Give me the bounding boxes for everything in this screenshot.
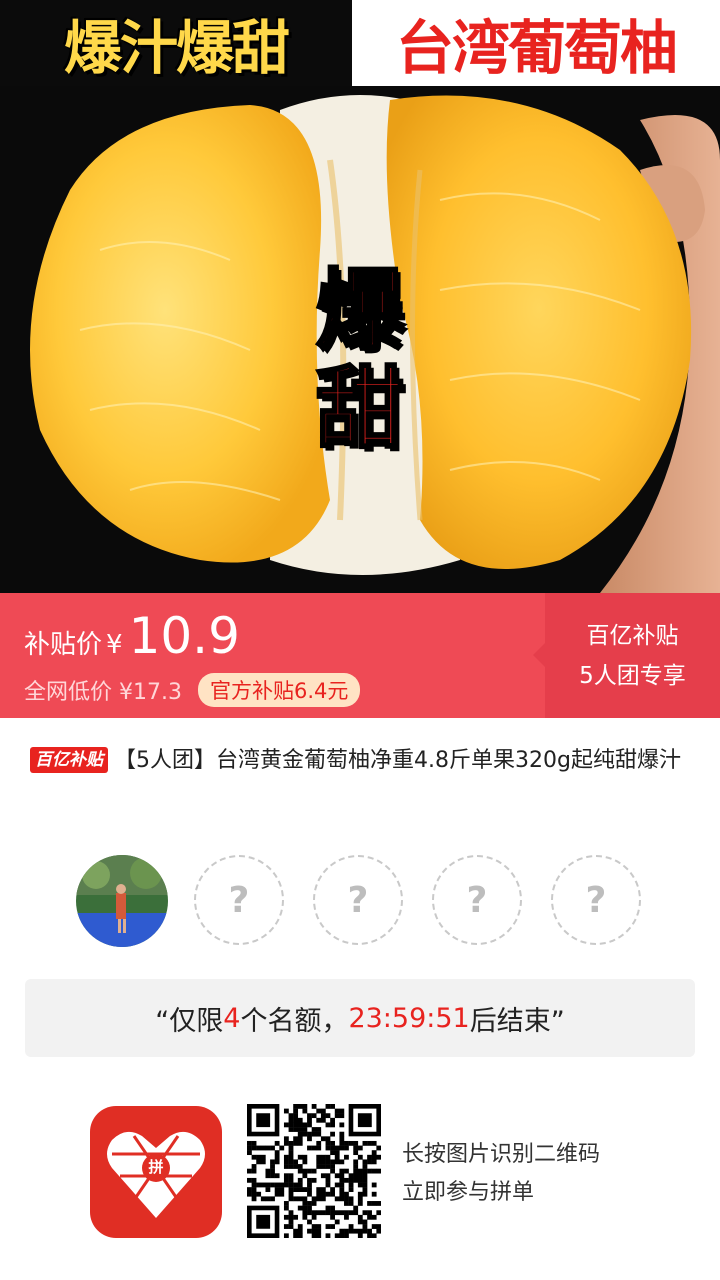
hero-title-left-text: 爆汁爆甜	[63, 14, 290, 82]
logo-char: 拼	[148, 1158, 164, 1176]
hero-title-right: 台湾葡萄柚	[352, 0, 720, 86]
price-currency: ¥	[106, 630, 123, 660]
empty-slot-2: ?	[313, 855, 403, 945]
group-members: ? ? ? ?	[76, 855, 656, 951]
countdown-prefix: “仅限	[155, 1005, 224, 1037]
countdown-timer: 23:59:51	[348, 1002, 470, 1034]
subsidy-tag: 百亿补贴	[30, 747, 108, 773]
placeholder-mark: ?	[347, 879, 369, 921]
remaining-count: 4	[223, 1002, 241, 1034]
pinduoduo-logo: 拼	[90, 1106, 222, 1238]
hero-center-char-1: 爆	[314, 259, 405, 362]
avatar[interactable]	[76, 855, 168, 947]
promo-line-1: 百亿补贴	[586, 622, 679, 649]
countdown-suffix: 后结束”	[469, 1005, 565, 1037]
hero-center-slogan: 爆 甜	[300, 259, 420, 460]
product-title-text: 【5人团】台湾黄金葡萄柚净重4.8斤单果320g起纯甜爆汁	[114, 748, 681, 773]
empty-slot-4: ?	[551, 855, 641, 945]
price-sub: 全网低价 ¥17.3 官方补贴6.4元	[24, 673, 361, 707]
avatar-photo	[76, 855, 168, 947]
group-promo-panel: 百亿补贴 5人团专享	[545, 593, 720, 718]
qr-instruction-line-1: 长按图片识别二维码	[402, 1142, 601, 1167]
product-image: 爆汁爆甜 台湾葡萄柚 爆 甜	[0, 0, 720, 593]
hero-title-left: 爆汁爆甜	[0, 0, 352, 86]
qr-finder-pattern	[256, 1113, 271, 1128]
countdown-banner: “仅限 4 个名额， 23:59:51 后结束”	[25, 979, 695, 1057]
empty-slot-1: ?	[194, 855, 284, 945]
countdown-middle: 个名额，	[240, 1005, 349, 1037]
price-label: 补贴价	[24, 630, 103, 660]
market-price: 全网低价 ¥17.3	[24, 680, 182, 705]
hero-title-right-text: 台湾葡萄柚	[395, 14, 678, 82]
price-main: 补贴价 ¥ 10.9	[24, 607, 240, 665]
product-title: 百亿补贴 【5人团】台湾黄金葡萄柚净重4.8斤单果320g起纯甜爆汁	[30, 742, 690, 780]
price-side-notch	[533, 643, 545, 667]
placeholder-mark: ?	[585, 879, 607, 921]
placeholder-mark: ?	[228, 879, 250, 921]
placeholder-mark: ?	[466, 879, 488, 921]
qr-finder-pattern	[357, 1113, 372, 1128]
qr-code-image	[247, 1104, 382, 1239]
qr-finder-pattern	[256, 1214, 271, 1229]
price-value: 10.9	[128, 607, 240, 665]
qr-instructions: 长按图片识别二维码 立即参与拼单	[402, 1136, 600, 1212]
promo-line-2: 5人团专享	[579, 662, 686, 689]
qr-code[interactable]	[247, 1104, 382, 1239]
empty-slot-3: ?	[432, 855, 522, 945]
subsidy-badge: 官方补贴6.4元	[197, 673, 361, 707]
hero-center-char-2: 甜	[314, 357, 405, 460]
qr-instruction-line-2: 立即参与拼单	[402, 1180, 535, 1205]
price-bar: 补贴价 ¥ 10.9 全网低价 ¥17.3 官方补贴6.4元 百亿补贴 5人团专…	[0, 593, 720, 718]
